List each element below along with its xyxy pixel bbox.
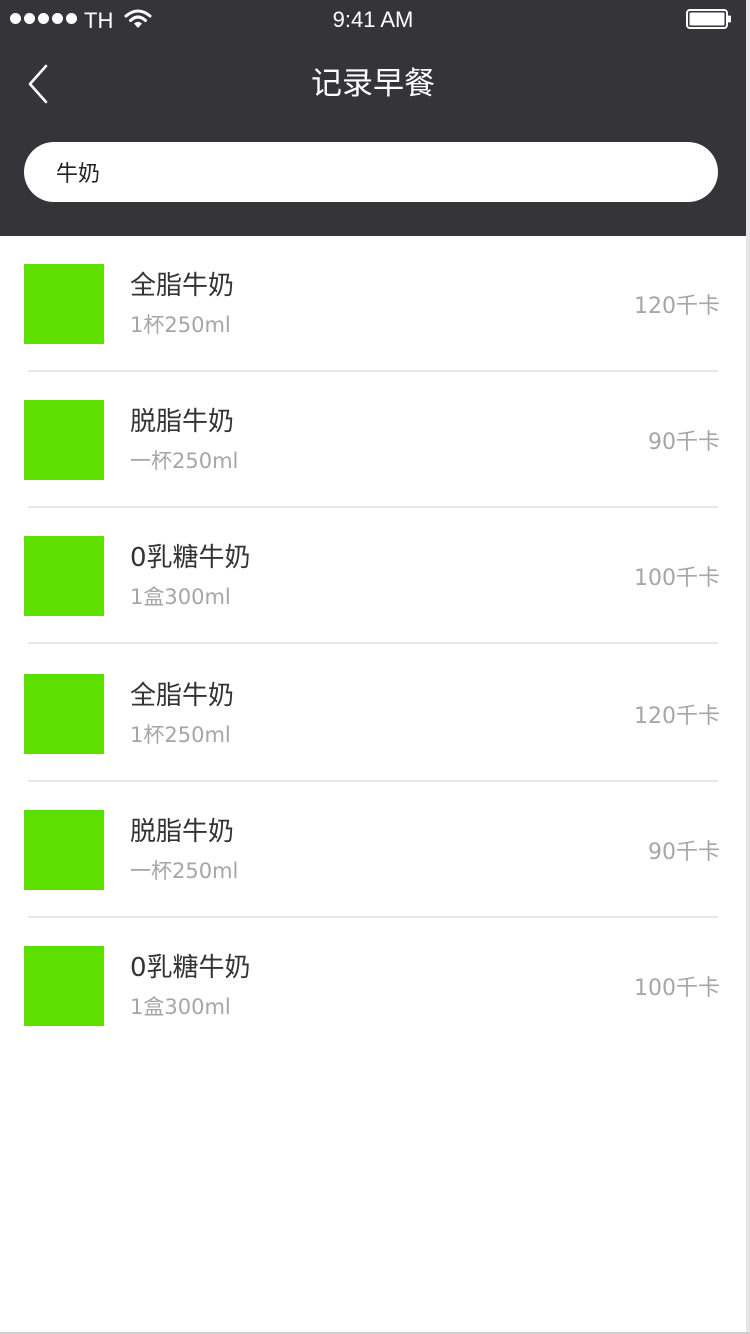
food-name: 0乳糖牛奶 [130, 953, 251, 983]
status-time: 9:41 AM [332, 7, 414, 32]
food-name: 脱脂牛奶 [130, 407, 235, 437]
divider [28, 642, 718, 644]
food-thumbnail [24, 674, 104, 754]
food-name: 全脂牛奶 [130, 271, 235, 301]
food-item[interactable]: 0乳糖牛奶 1盒300ml 100千卡 [0, 918, 746, 1054]
food-thumbnail [24, 536, 104, 616]
food-item[interactable]: 脱脂牛奶 一杯250ml 90千卡 [0, 372, 746, 508]
page-title: 记录早餐 [311, 66, 435, 102]
food-portion: 1杯250ml [130, 313, 231, 337]
food-thumbnail [24, 400, 104, 480]
food-thumbnail [24, 946, 104, 1026]
food-name: 脱脂牛奶 [130, 817, 235, 847]
food-portion: 一杯250ml [130, 859, 239, 883]
header: TH 9:41 AM 记录早餐 [0, 0, 746, 236]
food-thumbnail [24, 264, 104, 344]
food-item[interactable]: 脱脂牛奶 一杯250ml 90千卡 [0, 782, 746, 918]
food-calories: 100千卡 [634, 566, 720, 591]
food-portion: 1盒300ml [130, 995, 231, 1019]
screen-edge [746, 0, 750, 1334]
food-portion: 一杯250ml [130, 449, 239, 473]
food-calories: 90千卡 [648, 840, 720, 865]
search-input[interactable] [56, 142, 696, 202]
nav-bar: 记录早餐 [0, 40, 746, 130]
food-calories: 120千卡 [634, 704, 720, 729]
battery-icon [686, 9, 731, 29]
food-calories: 100千卡 [634, 976, 720, 1001]
food-item[interactable]: 全脂牛奶 1杯250ml 120千卡 [0, 236, 746, 372]
food-portion: 1盒300ml [130, 585, 231, 609]
food-calories: 90千卡 [648, 430, 720, 455]
search-bar[interactable] [24, 142, 718, 202]
food-item[interactable]: 全脂牛奶 1杯250ml 120千卡 [0, 646, 746, 782]
food-item[interactable]: 0乳糖牛奶 1盒300ml 100千卡 [0, 508, 746, 644]
food-portion: 1杯250ml [130, 723, 231, 747]
food-thumbnail [24, 810, 104, 890]
food-calories: 120千卡 [634, 294, 720, 319]
status-bar: TH 9:41 AM [0, 0, 746, 40]
food-name: 全脂牛奶 [130, 681, 235, 711]
food-name: 0乳糖牛奶 [130, 543, 251, 573]
